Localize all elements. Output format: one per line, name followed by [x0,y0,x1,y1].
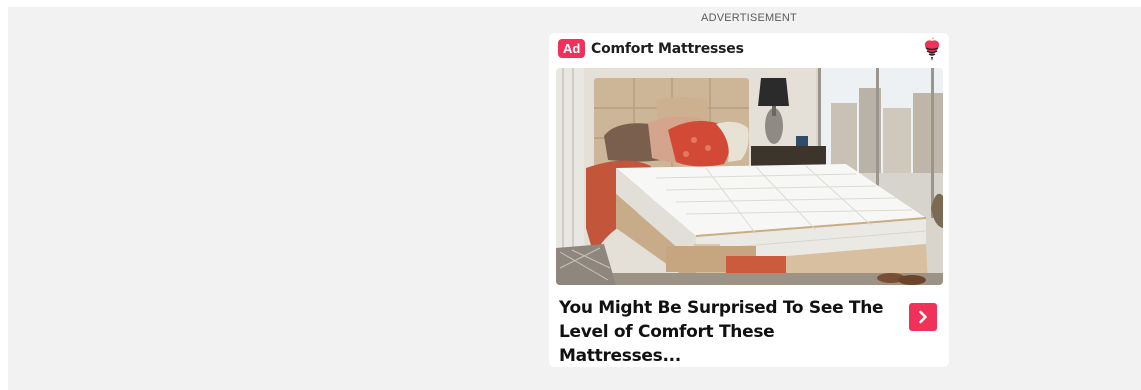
advertisement-label: ADVERTISEMENT [701,12,797,24]
ad-header: Ad Comfort Mattresses [549,33,949,65]
heart-logo-icon [924,37,940,61]
ad-image[interactable] [556,68,943,285]
ad-card[interactable]: Ad Comfort Mattresses You Might Be Surpr… [549,33,949,367]
page: ADVERTISEMENT Ad Comfort Mattresses You … [0,0,1141,390]
cta-button[interactable] [909,303,937,331]
advertiser-name[interactable]: Comfort Mattresses [591,41,744,57]
bed-with-mattress-photo [556,68,943,285]
chevron-right-icon [919,310,927,324]
ad-badge: Ad [558,39,586,58]
ad-headline[interactable]: You Might Be Surprised To See The Level … [559,296,899,367]
